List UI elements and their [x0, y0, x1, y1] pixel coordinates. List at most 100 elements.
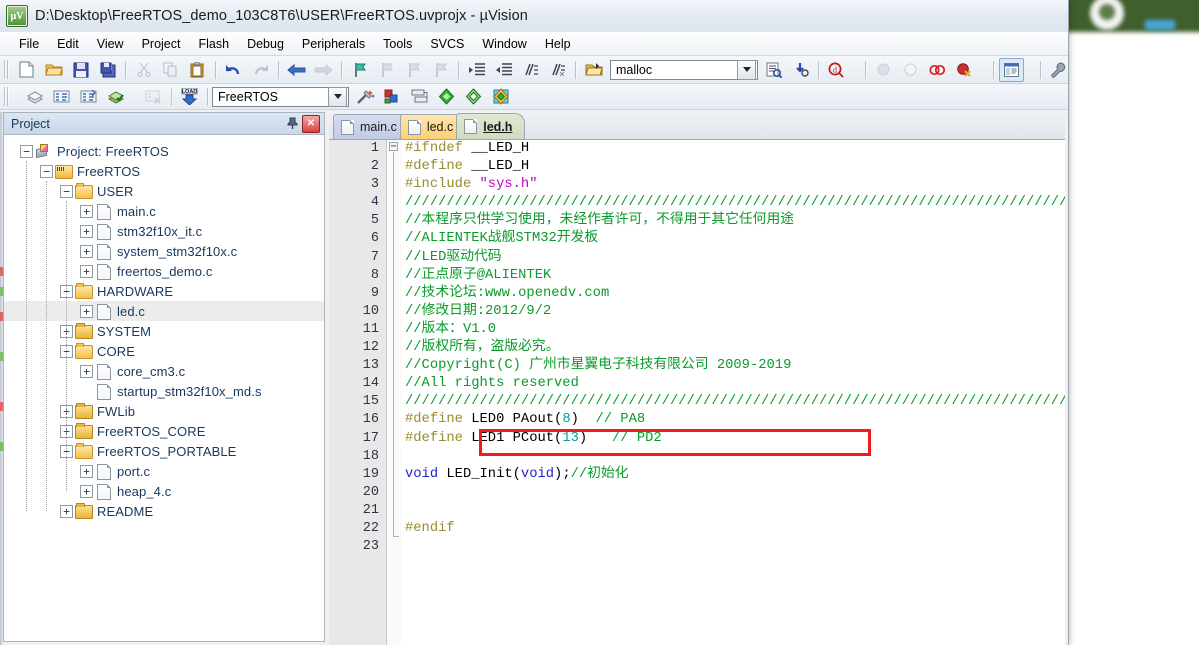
- clear-bookmarks-icon[interactable]: [428, 58, 453, 82]
- open-file-icon[interactable]: [41, 58, 66, 82]
- menu-item-project[interactable]: Project: [133, 34, 190, 54]
- tree-item-core-cm3-c[interactable]: + core_cm3.c: [4, 361, 324, 381]
- paste-icon[interactable]: [185, 58, 210, 82]
- tree-item-freertos-demo-c[interactable]: + freertos_demo.c: [4, 261, 324, 281]
- new-file-icon[interactable]: [14, 58, 39, 82]
- tab-led-h[interactable]: led.h: [456, 113, 526, 139]
- pin-icon[interactable]: [284, 116, 300, 132]
- tree-expand-icon[interactable]: +: [80, 464, 93, 478]
- code-line[interactable]: //版本：V1.0: [401, 321, 1065, 339]
- manage-run-time-env-icon[interactable]: [461, 85, 486, 109]
- code-line[interactable]: #define __LED_H: [401, 158, 1065, 176]
- rebuild-all-icon[interactable]: [76, 85, 101, 109]
- tree-item-port-c[interactable]: + port.c: [4, 461, 324, 481]
- search-dropdown-button[interactable]: [737, 59, 756, 80]
- target-combo-box[interactable]: FreeRTOS: [212, 86, 349, 107]
- tree-item-stm32f10x-it-c[interactable]: + stm32f10x_it.c: [4, 221, 324, 241]
- breakpoints-dropdown[interactable]: [978, 59, 989, 81]
- tree-item-freertos[interactable]: − FreeRTOS: [4, 161, 324, 181]
- stop-build-icon[interactable]: [141, 85, 166, 109]
- menu-item-help[interactable]: Help: [536, 34, 580, 54]
- code-folding-column[interactable]: −: [386, 140, 401, 645]
- save-all-icon[interactable]: [95, 58, 120, 82]
- menu-item-file[interactable]: File: [10, 34, 48, 54]
- tree-item-core[interactable]: − CORE: [4, 341, 324, 361]
- code-line[interactable]: //版权所有，盗版必究。: [401, 339, 1065, 357]
- tree-item-led-c[interactable]: + led.c: [4, 301, 324, 321]
- open-folder-icon[interactable]: [581, 58, 606, 82]
- tree-item-user[interactable]: − USER: [4, 181, 324, 201]
- target-selector-value[interactable]: FreeRTOS: [213, 90, 328, 104]
- undo-icon[interactable]: [221, 58, 246, 82]
- manage-project-items-icon[interactable]: [380, 85, 405, 109]
- code-line[interactable]: //技术论坛:www.openedv.com: [401, 285, 1065, 303]
- code-line[interactable]: //修改日期:2012/9/2: [401, 303, 1065, 321]
- tree-collapse-icon[interactable]: −: [20, 144, 33, 158]
- browse-symbols-dropdown[interactable]: [850, 59, 861, 81]
- code-line[interactable]: //All rights reserved: [401, 375, 1065, 393]
- code-line[interactable]: #define LED0 PAout(8) // PA8: [401, 411, 1065, 429]
- tree-expand-icon[interactable]: +: [80, 204, 93, 218]
- close-icon[interactable]: ✕: [302, 114, 320, 133]
- incremental-find-icon[interactable]: [788, 58, 813, 82]
- find-in-files-icon[interactable]: [761, 58, 786, 82]
- tree-item-main-c[interactable]: + main.c: [4, 201, 324, 221]
- tree-expand-icon[interactable]: +: [80, 304, 93, 318]
- target-dropdown-button[interactable]: [328, 86, 347, 107]
- build-target-icon[interactable]: [49, 85, 74, 109]
- batch-build-dropdown[interactable]: [129, 86, 140, 108]
- code-line[interactable]: [401, 502, 1065, 520]
- code-line[interactable]: void LED_Init(void);//初始化: [401, 466, 1065, 484]
- fold-collapse-icon[interactable]: −: [389, 142, 398, 152]
- batch-build-icon[interactable]: [103, 85, 128, 109]
- download-icon[interactable]: LOAD: [177, 85, 202, 109]
- tree-item-readme[interactable]: + README: [4, 501, 324, 521]
- code-line[interactable]: #ifndef __LED_H: [401, 140, 1065, 158]
- navigate-forward-icon[interactable]: [311, 58, 336, 82]
- cut-icon[interactable]: [131, 58, 156, 82]
- target-options-icon[interactable]: [353, 85, 378, 109]
- menu-item-edit[interactable]: Edit: [48, 34, 88, 54]
- indent-icon[interactable]: [464, 58, 489, 82]
- tree-item-fwlib[interactable]: + FWLib: [4, 401, 324, 421]
- find-combo-box[interactable]: malloc: [610, 59, 758, 80]
- window-layout-dropdown[interactable]: [1025, 59, 1036, 81]
- save-icon[interactable]: [68, 58, 93, 82]
- tree-item-heap-4-c[interactable]: + heap_4.c: [4, 481, 324, 501]
- tree-expand-icon[interactable]: +: [80, 244, 93, 258]
- tree-expand-icon[interactable]: +: [80, 484, 93, 498]
- menu-item-flash[interactable]: Flash: [189, 34, 238, 54]
- redo-icon[interactable]: [248, 58, 273, 82]
- search-input[interactable]: malloc: [611, 63, 737, 77]
- tree-expand-icon[interactable]: +: [80, 364, 93, 378]
- start-debug-icon[interactable]: [871, 58, 896, 82]
- code-editor[interactable]: 1 2 3 4 5 6 7 8 9 10 11 12 13 14 15 16 17 18 19 20 21 22 23 − …: [329, 140, 1065, 645]
- tree-expand-icon[interactable]: +: [60, 504, 73, 518]
- insert-breakpoint-icon[interactable]: [925, 58, 950, 82]
- copy-icon[interactable]: [158, 58, 183, 82]
- uncomment-selection-icon[interactable]: [545, 58, 570, 82]
- menu-item-svcs[interactable]: SVCS: [421, 34, 473, 54]
- project-tree[interactable]: − Project: FreeRTOS − FreeRTOS − USER + main.c +…: [4, 135, 324, 641]
- tree-item-freertos-portable[interactable]: − FreeRTOS_PORTABLE: [4, 441, 324, 461]
- code-line[interactable]: ////////////////////////////////////////…: [401, 194, 1065, 212]
- window-layout-icon[interactable]: [999, 57, 1024, 82]
- code-line[interactable]: //ALIENTEK战舰STM32开发板: [401, 230, 1065, 248]
- tree-expand-icon[interactable]: +: [80, 264, 93, 278]
- code-line[interactable]: #include "sys.h": [401, 176, 1065, 194]
- toolbar-grip[interactable]: [3, 60, 10, 79]
- code-line[interactable]: [401, 538, 1065, 556]
- code-line[interactable]: //LED驱动代码: [401, 249, 1065, 267]
- code-line[interactable]: [401, 484, 1065, 502]
- tree-item-hardware[interactable]: − HARDWARE: [4, 281, 324, 301]
- comment-selection-icon[interactable]: [518, 58, 543, 82]
- kill-breakpoints-icon[interactable]: [952, 58, 977, 82]
- navigate-backward-icon[interactable]: [284, 58, 309, 82]
- manage-multi-project-icon[interactable]: [407, 85, 432, 109]
- tree-expand-icon[interactable]: +: [80, 224, 93, 238]
- stop-debug-icon[interactable]: [898, 58, 923, 82]
- translate-file-icon[interactable]: [22, 85, 47, 109]
- menu-item-view[interactable]: View: [88, 34, 133, 54]
- menu-item-peripherals[interactable]: Peripherals: [293, 34, 374, 54]
- menu-item-debug[interactable]: Debug: [238, 34, 293, 54]
